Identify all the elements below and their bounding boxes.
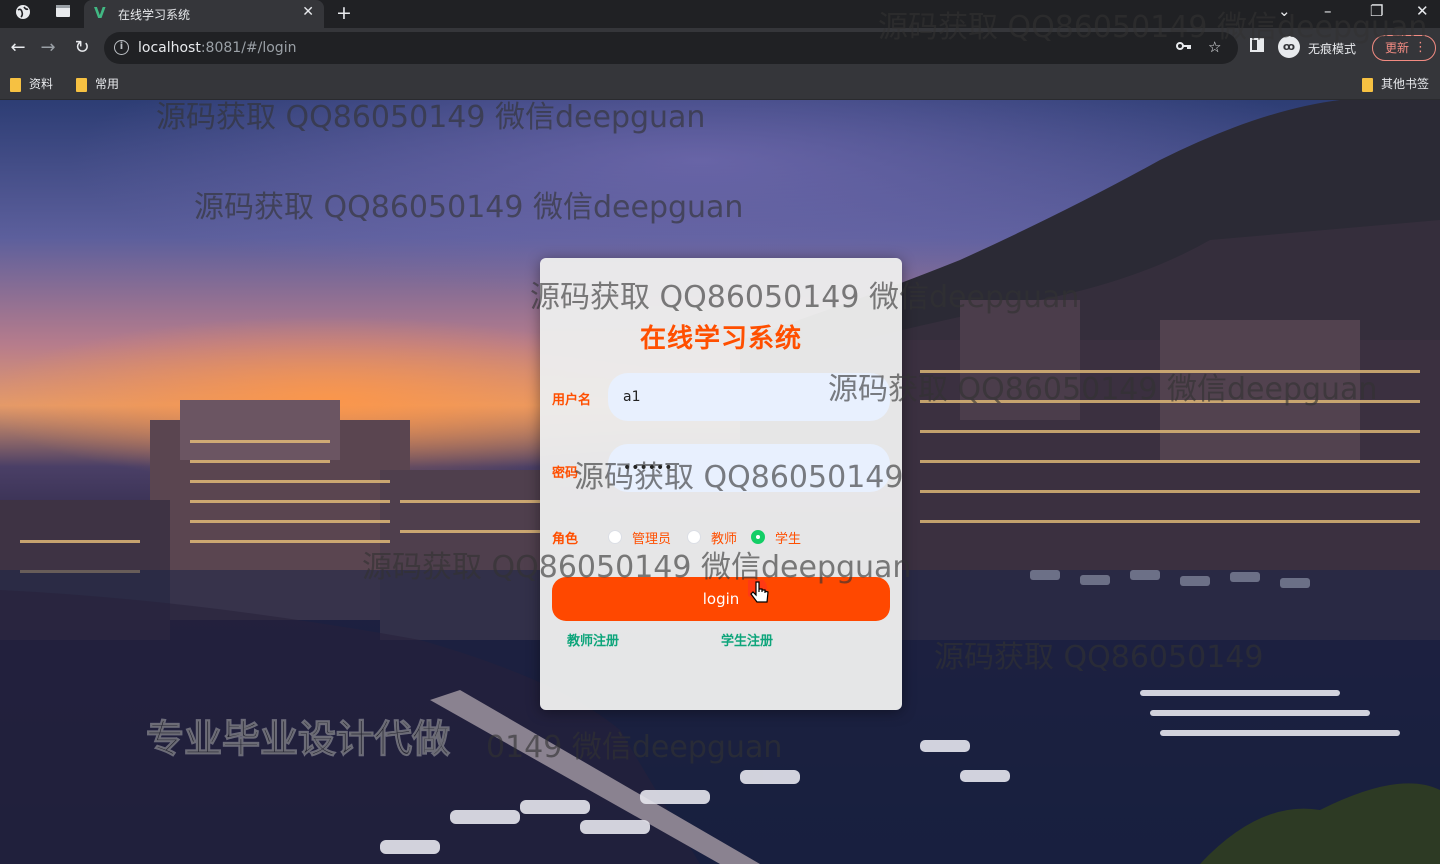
folder-icon	[1362, 77, 1373, 92]
back-icon[interactable]: ←	[6, 36, 30, 60]
student-register-link[interactable]: 学生注册	[721, 630, 773, 649]
role-selector: 角色 管理员 教师 学生	[552, 527, 892, 547]
teacher-register-link[interactable]: 教师注册	[567, 630, 619, 649]
radio-admin[interactable]	[608, 530, 622, 544]
close-tab-icon[interactable]: ✕	[302, 4, 314, 20]
tab-active[interactable]: V 在线学习系统 ✕	[84, 0, 324, 28]
login-button[interactable]: login	[552, 577, 890, 621]
username-input[interactable]	[608, 373, 890, 421]
hand-cursor-icon	[748, 580, 769, 603]
watermark: 源码获取 QQ86050149 微信deepguan	[156, 100, 706, 135]
bookmark-folder-changyong[interactable]: 常用	[76, 74, 119, 94]
radio-teacher[interactable]	[687, 530, 701, 544]
password-input[interactable]	[608, 444, 890, 492]
vue-logo-icon: V	[94, 4, 106, 22]
radio-student-label[interactable]: 学生	[775, 528, 801, 547]
bookmark-star-icon[interactable]: ☆	[1208, 38, 1221, 56]
restore-icon[interactable]: ❐	[1370, 2, 1383, 20]
browser-toolbar: ← → ↻ i localhost:8081/#/login ☆ ꝏ 无痕模式 …	[0, 28, 1440, 68]
tab-search-icon[interactable]	[52, 4, 74, 24]
login-card: 在线学习系统 用户名 密码 角色 管理员 教师 学生 login 教师注册 学生…	[540, 258, 902, 710]
radio-admin-label[interactable]: 管理员	[632, 528, 671, 547]
update-label: 更新	[1385, 41, 1410, 55]
bookmarks-bar: 资料 常用 其他书签	[0, 68, 1440, 100]
site-info-icon[interactable]: i	[114, 40, 129, 55]
other-bookmarks[interactable]: 其他书签	[1362, 74, 1429, 94]
tab-title: 在线学习系统	[118, 8, 191, 22]
globe-icon[interactable]	[12, 4, 34, 24]
more-menu-icon[interactable]: ⋮	[1414, 36, 1427, 60]
login-page-background: 在线学习系统 用户名 密码 角色 管理员 教师 学生 login 教师注册 学生…	[0, 100, 1440, 864]
close-window-icon[interactable]: ✕	[1416, 2, 1429, 20]
new-tab-icon[interactable]: +	[336, 2, 352, 24]
radio-student[interactable]	[751, 530, 765, 544]
url-text[interactable]: localhost:8081/#/login	[138, 40, 296, 56]
login-title: 在线学习系统	[639, 324, 802, 354]
incognito-icon: ꝏ	[1278, 36, 1300, 58]
incognito-label: 无痕模式	[1308, 42, 1357, 56]
watermark: 源码获取 QQ86050149 微信deepguan	[194, 190, 744, 225]
tab-list-icon[interactable]: ⌄	[1278, 2, 1291, 20]
tab-strip: V 在线学习系统 ✕ + ⌄ – ❐ ✕	[0, 0, 1440, 28]
reload-icon[interactable]: ↻	[70, 36, 94, 60]
password-label: 密码	[552, 466, 579, 481]
minimize-icon[interactable]: –	[1324, 2, 1332, 20]
sidebar-icon[interactable]	[1250, 38, 1264, 56]
folder-icon	[76, 77, 87, 92]
radio-teacher-label[interactable]: 教师	[711, 528, 737, 547]
update-button[interactable]: 更新 ⋮	[1372, 35, 1436, 61]
role-label: 角色	[552, 532, 579, 547]
folder-icon	[10, 77, 21, 92]
username-label: 用户名	[552, 393, 592, 408]
bookmark-folder-ziliao[interactable]: 资料	[10, 74, 53, 94]
address-bar[interactable]: i localhost:8081/#/login ☆	[104, 32, 1238, 64]
forward-icon[interactable]: →	[36, 36, 60, 60]
key-icon[interactable]	[1176, 38, 1192, 56]
